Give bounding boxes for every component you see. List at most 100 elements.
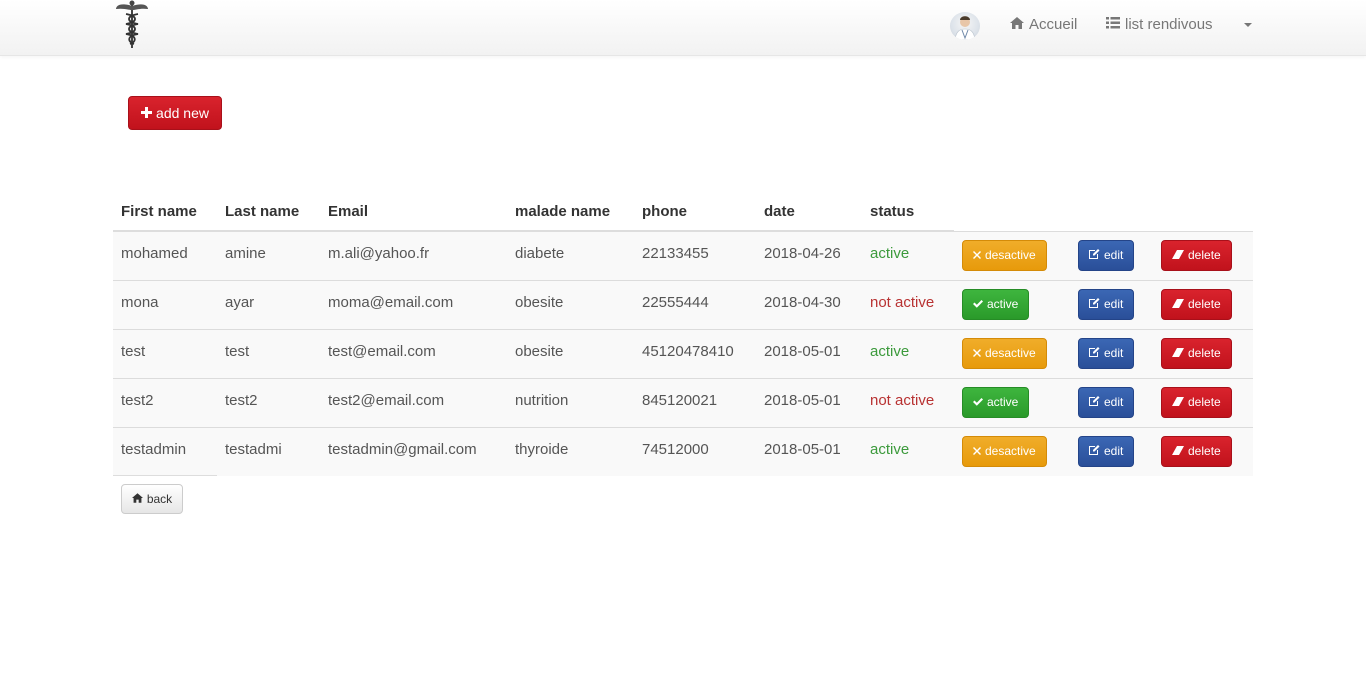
table-row: test test test@email.com obesite 4512047…	[113, 328, 1253, 378]
cell-email: m.ali@yahoo.fr	[320, 230, 507, 280]
column-header: First name	[113, 193, 217, 232]
cell-date: 2018-04-26	[756, 230, 862, 280]
cell-toggle: desactive	[954, 426, 1070, 476]
cell-malade-name: nutrition	[507, 377, 634, 427]
cell-first-name: testadmin	[113, 426, 217, 476]
nav-home-link[interactable]: Accueil	[1010, 16, 1077, 33]
times-icon	[973, 444, 981, 458]
cell-edit: edit	[1070, 230, 1153, 280]
eraser-icon	[1172, 395, 1184, 409]
table-row: mohamed amine m.ali@yahoo.fr diabete 221…	[113, 230, 1253, 280]
cell-phone: 845120021	[634, 377, 756, 427]
table-body: mohamed amine m.ali@yahoo.fr diabete 221…	[113, 230, 1253, 476]
edit-label: edit	[1104, 395, 1124, 409]
column-header-empty	[1070, 193, 1153, 231]
cell-phone: 45120478410	[634, 328, 756, 378]
column-header: Last name	[217, 193, 320, 232]
column-header-empty	[1153, 193, 1253, 231]
desactive-button[interactable]: desactive	[962, 337, 1047, 369]
column-header: date	[756, 193, 862, 232]
cell-phone: 22555444	[634, 279, 756, 329]
back-button[interactable]: back	[121, 484, 183, 514]
edit-label: edit	[1104, 346, 1124, 360]
delete-label: delete	[1188, 248, 1221, 262]
cell-malade-name: obesite	[507, 328, 634, 378]
cell-toggle: active	[954, 279, 1070, 329]
cell-date: 2018-04-30	[756, 279, 862, 329]
delete-label: delete	[1188, 395, 1221, 409]
toggle-label: desactive	[985, 444, 1036, 458]
edit-button[interactable]: edit	[1078, 288, 1135, 320]
edit-icon	[1089, 346, 1100, 360]
cell-last-name: test	[217, 328, 320, 378]
cell-first-name: test2	[113, 377, 217, 427]
patients-table: First name Last name Email malade name p…	[113, 193, 1253, 476]
cell-delete: delete	[1153, 426, 1253, 476]
cell-edit: edit	[1070, 328, 1153, 378]
cell-date: 2018-05-01	[756, 328, 862, 378]
table-header-row: First name Last name Email malade name p…	[113, 193, 1253, 232]
cell-status: active	[862, 426, 954, 476]
cell-status: active	[862, 328, 954, 378]
cell-last-name: amine	[217, 230, 320, 280]
list-icon	[1106, 16, 1120, 33]
home-icon	[131, 492, 143, 506]
table-row: testadmin testadmi testadmin@gmail.com t…	[113, 426, 1253, 476]
active-button[interactable]: active	[962, 386, 1030, 418]
delete-button[interactable]: delete	[1161, 435, 1232, 467]
desactive-button[interactable]: desactive	[962, 435, 1047, 467]
toggle-label: active	[987, 297, 1019, 311]
cell-delete: delete	[1153, 230, 1253, 280]
eraser-icon	[1172, 248, 1184, 262]
times-icon	[973, 346, 981, 360]
delete-button[interactable]: delete	[1161, 239, 1232, 271]
cell-malade-name: diabete	[507, 230, 634, 280]
edit-button[interactable]: edit	[1078, 337, 1135, 369]
eraser-icon	[1172, 297, 1184, 311]
edit-button[interactable]: edit	[1078, 386, 1135, 418]
desactive-button[interactable]: desactive	[962, 239, 1047, 271]
table-row: test2 test2 test2@email.com nutrition 84…	[113, 377, 1253, 427]
cell-first-name: mohamed	[113, 230, 217, 280]
cell-delete: delete	[1153, 328, 1253, 378]
delete-button[interactable]: delete	[1161, 288, 1232, 320]
edit-icon	[1089, 395, 1100, 409]
home-icon	[1010, 16, 1024, 33]
check-icon	[973, 297, 983, 311]
cell-email: testadmin@gmail.com	[320, 426, 507, 476]
cell-malade-name: obesite	[507, 279, 634, 329]
add-new-button[interactable]: add new	[128, 96, 222, 130]
cell-edit: edit	[1070, 426, 1153, 476]
cell-status: active	[862, 230, 954, 280]
cell-email: test@email.com	[320, 328, 507, 378]
back-label: back	[146, 492, 173, 506]
caret-down-icon[interactable]	[1244, 23, 1252, 27]
nav-list-link[interactable]: list rendivous	[1106, 16, 1213, 33]
edit-button[interactable]: edit	[1078, 435, 1135, 467]
column-header: malade name	[507, 193, 634, 232]
cell-last-name: test2	[217, 377, 320, 427]
cell-phone: 74512000	[634, 426, 756, 476]
eraser-icon	[1172, 444, 1184, 458]
delete-button[interactable]: delete	[1161, 386, 1232, 418]
cell-status: not active	[862, 279, 954, 329]
cell-toggle: desactive	[954, 328, 1070, 378]
cell-toggle: desactive	[954, 230, 1070, 280]
doctor-avatar[interactable]	[950, 12, 980, 40]
active-button[interactable]: active	[962, 288, 1030, 320]
nav-home-label: Accueil	[1029, 16, 1078, 33]
edit-button[interactable]: edit	[1078, 239, 1135, 271]
column-header: Email	[320, 193, 507, 232]
edit-icon	[1089, 297, 1100, 311]
delete-label: delete	[1188, 346, 1221, 360]
toggle-label: desactive	[985, 248, 1036, 262]
cell-edit: edit	[1070, 279, 1153, 329]
edit-label: edit	[1104, 297, 1124, 311]
delete-button[interactable]: delete	[1161, 337, 1232, 369]
cell-last-name: testadmi	[217, 426, 320, 476]
edit-icon	[1089, 444, 1100, 458]
caduceus-icon[interactable]	[112, 0, 156, 50]
edit-label: edit	[1104, 248, 1124, 262]
patients-table-container: First name Last name Email malade name p…	[113, 193, 1253, 476]
delete-label: delete	[1188, 444, 1221, 458]
